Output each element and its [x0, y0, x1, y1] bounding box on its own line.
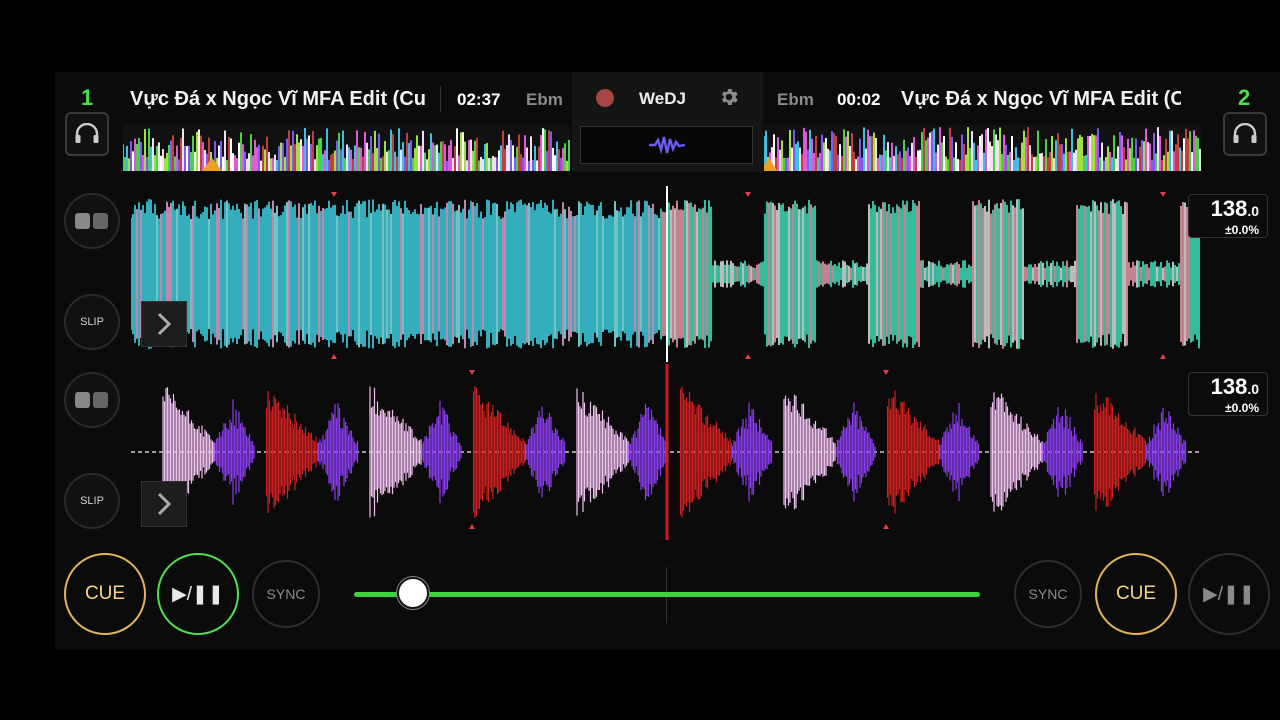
deck-2-time: 00:02	[837, 90, 881, 109]
beat-marker	[1160, 192, 1166, 197]
headphones-icon	[75, 123, 99, 143]
deck-2-scrolling-waveform[interactable]	[131, 364, 1205, 540]
chevron-right-icon	[157, 492, 172, 516]
deck-1-play-pause-button[interactable]: ▶/❚❚	[157, 553, 239, 635]
bpm-value: 138	[1210, 374, 1248, 399]
deck-2-expand-button[interactable]	[141, 481, 187, 527]
pad-icon	[75, 392, 108, 408]
deck-2-play-pause-button[interactable]: ▶/❚❚	[1188, 553, 1270, 635]
deck-1-expand-button[interactable]	[141, 301, 187, 347]
wedj-app: 1 Vực Đá x Ngọc Vĩ MFA Edit (Cu 02:37 Eb…	[55, 72, 1280, 650]
beat-marker	[883, 524, 889, 529]
deck-1-cue-button[interactable]: CUE	[64, 553, 146, 635]
settings-button[interactable]	[718, 86, 740, 113]
playhead-marker	[764, 158, 778, 171]
bpm-decimal: .0	[1247, 381, 1259, 397]
deck-1-number: 1	[81, 85, 94, 110]
deck-1-time: 02:37	[457, 90, 501, 109]
deck-1-slip-button[interactable]: SLIP	[64, 294, 120, 350]
pitch-percent: ±0.0%	[1225, 223, 1259, 237]
overview-waveform-graphic	[764, 127, 1201, 171]
wedj-logo: WeDJ	[639, 89, 686, 108]
bpm-decimal: .0	[1247, 203, 1259, 219]
divider	[440, 86, 441, 112]
deck-2-bpm-display[interactable]: 138.0 ±0.0%	[1188, 372, 1268, 416]
chevron-right-icon	[157, 312, 172, 336]
deck-2-headphone-cue-button[interactable]	[1223, 112, 1267, 156]
deck-1-headphone-cue-button[interactable]	[65, 112, 109, 156]
deck-1-scrolling-waveform[interactable]	[131, 186, 1205, 362]
pad-icon	[75, 213, 108, 229]
beat-marker	[883, 370, 889, 375]
center-panel: WeDJ	[572, 72, 763, 172]
beat-marker	[745, 192, 751, 197]
record-icon[interactable]	[596, 89, 614, 107]
crossfader[interactable]	[354, 567, 981, 623]
waveform-icon	[648, 136, 685, 155]
overview-waveform-graphic	[123, 127, 570, 171]
crossfader-track	[354, 592, 980, 597]
deck-1-pad-mode-button[interactable]	[64, 193, 120, 249]
deck-2-overview-waveform[interactable]	[764, 125, 1201, 171]
beat-marker	[745, 354, 751, 359]
deck-2-sync-button[interactable]: SYNC	[1014, 560, 1082, 628]
pitch-percent: ±0.0%	[1225, 401, 1259, 415]
beat-marker	[331, 192, 337, 197]
deck-2-key: Ebm	[777, 90, 814, 109]
deck-2-number: 2	[1238, 85, 1251, 110]
deck-1-track-title[interactable]: Vực Đá x Ngọc Vĩ MFA Edit (Cu	[130, 88, 430, 111]
beat-marker	[331, 354, 337, 359]
sampler-button[interactable]	[580, 126, 753, 164]
deck-2-slip-button[interactable]: SLIP	[64, 473, 120, 529]
beat-marker	[469, 370, 475, 375]
crossfader-knob[interactable]	[396, 577, 429, 609]
beat-marker	[469, 524, 475, 529]
deck-1-overview-waveform[interactable]	[123, 125, 570, 171]
beat-marker	[1160, 354, 1166, 359]
deck-2-pad-mode-button[interactable]	[64, 372, 120, 428]
bpm-value: 138	[1210, 196, 1248, 221]
deck-1-key: Ebm	[526, 90, 563, 109]
deck-1-bpm-display[interactable]: 138.0 ±0.0%	[1188, 194, 1268, 238]
headphones-icon	[1233, 123, 1257, 143]
playhead-marker	[201, 158, 223, 171]
deck-2-cue-button[interactable]: CUE	[1095, 553, 1177, 635]
deck-1-sync-button[interactable]: SYNC	[252, 560, 320, 628]
gear-icon	[721, 89, 738, 105]
deck-2-track-title[interactable]: Vực Đá x Ngọc Vĩ MFA Edit (Cu	[901, 88, 1181, 111]
